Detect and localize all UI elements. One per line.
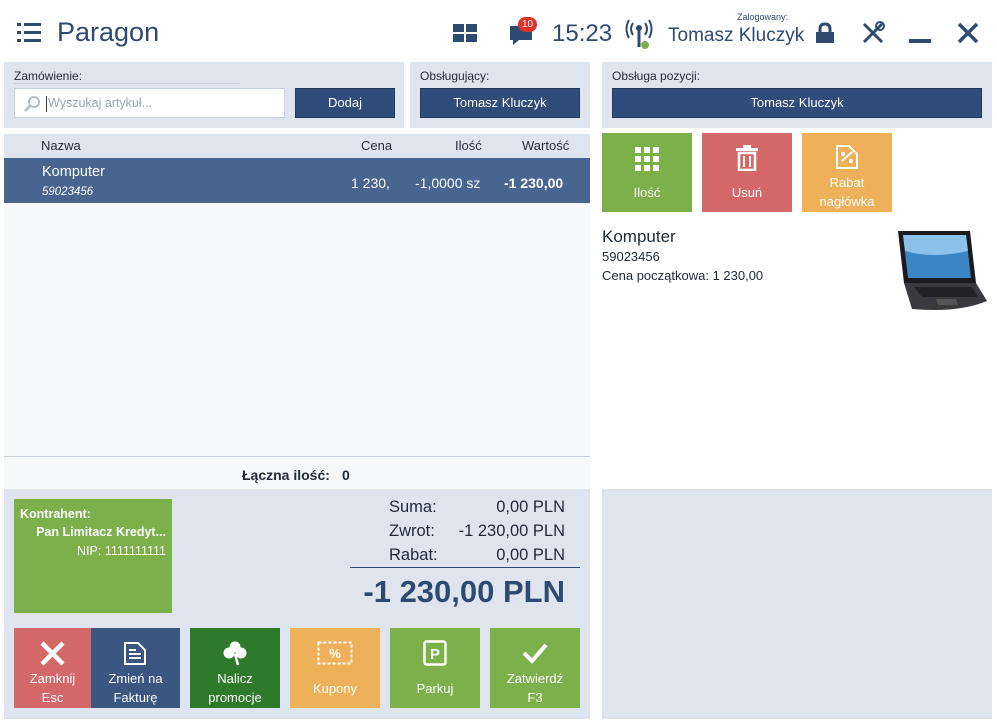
promo-label-2: promocje <box>208 690 262 705</box>
promo-label-1: Nalicz <box>217 671 253 686</box>
svg-text:P: P <box>430 646 440 663</box>
clock: 15:23 <box>552 20 613 47</box>
menu-icon[interactable] <box>17 23 41 43</box>
contractor-tile[interactable]: Kontrahent: Pan Limitacz Kredyt... NIP: … <box>14 499 172 613</box>
invoice-label-2: Fakturę <box>113 690 158 705</box>
order-label-underline <box>14 83 240 84</box>
search-input[interactable]: Wyszukaj artykuł... <box>14 88 285 118</box>
table-row[interactable]: Komputer 59023456 1 230, -1,0000 sz -1 2… <box>4 158 590 203</box>
check-icon <box>522 643 548 664</box>
row-code: 59023456 <box>42 186 94 198</box>
row-price: 1 230, <box>351 175 390 191</box>
contractor-label: Kontrahent: <box>20 507 91 521</box>
tiles-icon[interactable] <box>453 24 477 42</box>
close-icon[interactable] <box>957 22 979 44</box>
order-panel: Zamówienie: Wyszukaj artykuł... Dodaj <box>4 62 404 128</box>
total-qty-label: Łączna ilość: <box>242 467 330 483</box>
cashier-label: Obsługujący: <box>420 69 490 83</box>
discount-icon <box>836 145 858 169</box>
change-label: Zwrot: <box>389 522 435 540</box>
confirm-label-1: Zatwierdź <box>506 671 564 686</box>
contractor-nip: NIP: 1111111111 <box>77 544 166 558</box>
minimize-icon[interactable] <box>909 39 931 43</box>
remove-label: Usuń <box>731 185 763 200</box>
position-service-panel: Obsługa pozycji: Tomasz Kluczyk <box>602 62 992 128</box>
discount-label-1: Rabat <box>829 175 865 190</box>
sum-label: Suma: <box>389 498 437 516</box>
search-icon <box>23 96 40 113</box>
total-qty-value: 0 <box>342 467 350 483</box>
remove-button[interactable]: Usuń <box>702 133 792 212</box>
antenna-icon[interactable] <box>625 19 653 51</box>
clover-icon <box>223 641 247 666</box>
confirm-label-2: F3 <box>527 690 543 705</box>
tools-icon[interactable] <box>861 21 885 45</box>
position-service-label: Obsługa pozycji: <box>612 69 701 83</box>
parking-icon: P <box>423 640 447 666</box>
grand-total: -1 230,00 PLN <box>363 574 565 609</box>
x-icon <box>40 641 65 666</box>
table-header: Nazwa Cena Ilość Wartość <box>4 134 590 158</box>
add-button[interactable]: Dodaj <box>295 88 395 118</box>
item-name: Komputer <box>602 227 676 246</box>
discount-value: 0,00 PLN <box>496 546 565 564</box>
trash-icon <box>736 145 758 171</box>
confirm-button[interactable]: Zatwierdź F3 <box>490 628 580 708</box>
park-button[interactable]: P Parkuj <box>390 628 480 708</box>
document-icon <box>124 642 146 665</box>
row-qty: -1,0000 sz <box>415 175 481 191</box>
cashier-panel: Obsługujący: Tomasz Kluczyk <box>410 62 590 128</box>
discount-label-2: nagłówka <box>819 194 875 209</box>
coupons-label: Kupony <box>312 681 358 696</box>
grid-icon <box>635 147 659 171</box>
position-service-button[interactable]: Tomasz Kluczyk <box>612 88 982 118</box>
coupons-button[interactable]: % Kupony <box>290 628 380 708</box>
table-body <box>4 203 590 456</box>
column-value[interactable]: Wartość <box>522 138 569 153</box>
cashier-button[interactable]: Tomasz Kluczyk <box>420 88 580 118</box>
notification-badge: 10 <box>518 17 537 32</box>
close-receipt-button[interactable]: Zamknij Esc <box>14 628 91 708</box>
table-footer: Łączna ilość: 0 <box>4 457 590 489</box>
quantity-label: Ilość <box>633 185 661 200</box>
item-initial-price: Cena początkowa: 1 230,00 <box>602 268 764 283</box>
change-value: -1 230,00 PLN <box>458 522 565 540</box>
sum-value: 0,00 PLN <box>496 498 565 516</box>
contractor-name: Pan Limitacz Kredyt... <box>36 525 166 539</box>
header-discount-button[interactable]: Rabat nagłówka <box>802 133 892 212</box>
column-qty[interactable]: Ilość <box>455 138 482 153</box>
app-title: Paragon <box>57 17 160 47</box>
lock-icon[interactable] <box>814 22 836 44</box>
row-name: Komputer <box>42 164 105 180</box>
search-caret <box>46 96 47 112</box>
item-code: 59023456 <box>602 249 660 264</box>
park-label: Parkuj <box>416 681 454 696</box>
order-label: Zamówienie: <box>14 69 83 83</box>
quantity-button[interactable]: Ilość <box>602 133 692 212</box>
laptop-icon <box>888 229 988 315</box>
logged-in-label: Zalogowany: <box>737 12 789 22</box>
invoice-label-1: Zmień na <box>108 671 163 686</box>
right-bottom-panel <box>602 489 992 719</box>
header: Paragon 10 15:23 Zalogowany: Tomasz Kluc… <box>0 0 997 62</box>
svg-text:%: % <box>329 646 341 661</box>
apply-promotions-button[interactable]: Nalicz promocje <box>190 628 280 708</box>
search-placeholder: Wyszukaj artykuł... <box>48 96 153 110</box>
discount-label: Rabat: <box>389 546 438 564</box>
change-to-invoice-button[interactable]: Zmień na Fakturę <box>91 628 180 708</box>
coupon-icon: % <box>317 641 353 665</box>
column-price[interactable]: Cena <box>361 138 392 153</box>
row-value: -1 230,00 <box>504 175 564 191</box>
logged-user-name[interactable]: Tomasz Kluczyk <box>668 25 804 47</box>
close-label-1: Zamknij <box>29 671 76 686</box>
close-label-2: Esc <box>41 690 64 705</box>
column-name[interactable]: Nazwa <box>41 138 81 153</box>
summary-divider <box>350 567 580 568</box>
